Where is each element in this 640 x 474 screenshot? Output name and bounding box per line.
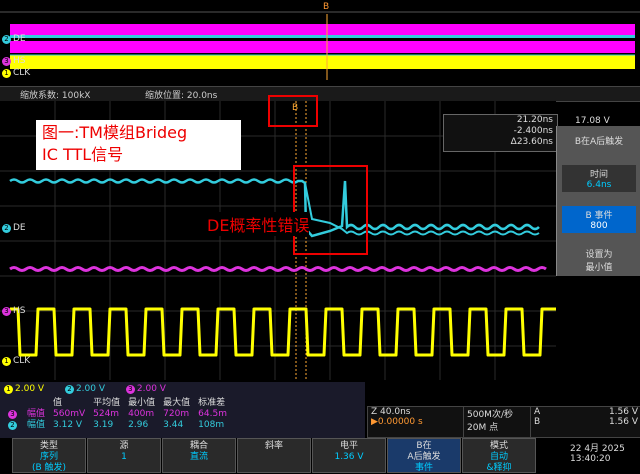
b-after-a-button[interactable]: B在 A后触发 事件 xyxy=(387,438,461,473)
source-button[interactable]: 源1 xyxy=(87,438,161,473)
overview-traces xyxy=(0,11,640,80)
time-label: 时间 xyxy=(589,170,608,180)
marker-highlight-box xyxy=(268,95,318,127)
channel-scales: 1 2.00 V 2 2.00 V 3 2.00 V xyxy=(4,384,166,394)
event-label: B 事件 xyxy=(585,211,613,221)
overview-label-hs: 3 HS xyxy=(2,56,25,66)
annotation-line2: IC TTL信号 xyxy=(42,145,124,164)
overview-trigger-marker[interactable]: B xyxy=(323,2,329,12)
table-row: 3 幅值 560mV 524m 400m 720m 64.5m xyxy=(4,409,231,420)
annotation-box: 图一:TM模组Brideg IC TTL信号 xyxy=(36,120,241,170)
acquisition-readout[interactable]: 500M次/秒 20M 点 xyxy=(463,406,531,438)
trigger-readout[interactable]: A 1.56 V B 1.56 V xyxy=(530,406,640,438)
de-error-highlight-box xyxy=(293,165,368,255)
overview-panel: B 2 DE 3 HS 1 CLK xyxy=(0,0,640,86)
zoom-factor: 缩放系数: 100kX xyxy=(20,91,91,101)
overview-hs-band xyxy=(10,41,635,53)
de-error-label: DE概率性错误 xyxy=(207,212,310,236)
cursor-b-value: -2.400ns xyxy=(513,126,553,136)
set-min-button[interactable]: 设置为 最小值 xyxy=(562,247,636,273)
time-value: 6.4ns xyxy=(586,180,612,190)
overview-label-clk: 1 CLK xyxy=(2,68,30,78)
event-value: 800 xyxy=(590,221,608,231)
trace-label-clk: 1 CLK xyxy=(2,356,30,366)
trace-label-de: 2 DE xyxy=(2,223,26,233)
event-option[interactable]: B 事件 800 xyxy=(562,206,636,233)
zoom-position: 缩放位置: 20.0ns xyxy=(145,91,218,101)
cursor-a-value: 21.20ns xyxy=(516,115,553,125)
table-row: 2 幅值 3.12 V 3.19 2.96 3.44 108m xyxy=(4,420,231,431)
annotation-line1: 图一:TM模组Brideg xyxy=(42,123,188,142)
coupling-button[interactable]: 耦合 直流 xyxy=(162,438,236,473)
bottom-button-bar: 类型 序列 (B 触发) 源1 耦合 直流 斜率 电平 1.36 V B在 A后触发事… xyxy=(0,438,640,473)
panel-title: B在A后触发 xyxy=(574,137,624,147)
overview-clk-band xyxy=(10,55,635,69)
timebase-readout[interactable]: Z 40.0ns ▶0.00000 s xyxy=(367,406,464,438)
cursor-readout: 21.20ns -2.400ns Δ23.60ns xyxy=(443,114,558,152)
overview-label-de: 2 DE xyxy=(2,34,26,44)
measurement-table: 值平均值 最小值 最大值 标准差 3 幅值 560mV 524m 400m 720m 64.5… xyxy=(4,398,231,431)
slope-button[interactable]: 斜率 xyxy=(237,438,311,473)
mode-button[interactable]: 模式 自动 &释抑 xyxy=(462,438,536,473)
cursor-delta-value: Δ23.60ns xyxy=(510,137,553,147)
datetime-display: 22 4月 2025 13:40:20 xyxy=(570,444,625,464)
time-option[interactable]: 时间 6.4ns xyxy=(562,165,636,192)
trace-label-hs: 3 HS xyxy=(2,306,25,316)
top-right-value: 17.08 V xyxy=(575,116,610,126)
level-button[interactable]: 电平 1.36 V xyxy=(312,438,386,473)
trigger-side-panel: B在A后触发 时间 6.4ns B 事件 800 设置为 最小值 xyxy=(556,126,640,276)
zoom-bar: 缩放系数: 100kX 缩放位置: 20.0ns xyxy=(0,86,640,102)
type-button[interactable]: 类型 序列 (B 触发) xyxy=(12,438,86,473)
measurement-panel: 1 2.00 V 2 2.00 V 3 2.00 V 值平均值 最小值 最大值 标准差 3 … xyxy=(0,382,365,438)
